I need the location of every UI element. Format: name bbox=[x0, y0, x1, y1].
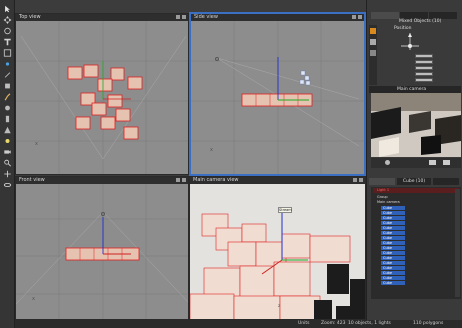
cone-tool-icon[interactable] bbox=[2, 125, 13, 134]
top-view-title: Top view bbox=[16, 14, 188, 21]
rotate-tool-icon[interactable] bbox=[2, 26, 13, 35]
zoom-tool-icon[interactable] bbox=[2, 158, 13, 167]
viewport-maximize-icon[interactable] bbox=[182, 178, 186, 182]
position-label: Position bbox=[394, 26, 412, 31]
tree-item-cube[interactable]: Cube bbox=[381, 241, 405, 245]
camera-view-viewport[interactable]: Main camera view Stream z bbox=[189, 176, 366, 320]
status-bar: Units Zoom: 423 10 objects, 1 lights 110… bbox=[15, 320, 462, 328]
svg-text:x: x bbox=[35, 141, 38, 147]
eye-tool-icon[interactable] bbox=[2, 180, 13, 189]
scale-tool-icon[interactable] bbox=[2, 48, 13, 57]
light-icon[interactable] bbox=[370, 39, 376, 45]
front-view-viewport[interactable]: Front view x bbox=[15, 176, 189, 320]
tab-object[interactable] bbox=[371, 12, 399, 19]
rotation-field[interactable] bbox=[415, 72, 433, 76]
tree-item-cube[interactable]: Cube bbox=[381, 211, 405, 215]
camera-view-title: Main camera view bbox=[190, 177, 365, 184]
camera-button[interactable] bbox=[429, 160, 436, 165]
side-view-viewport[interactable]: Side view x bbox=[189, 12, 366, 176]
viewport-menu-icon[interactable] bbox=[353, 178, 357, 182]
paint-tool-icon[interactable] bbox=[2, 70, 13, 79]
camera-preview-header: Main camera bbox=[369, 86, 461, 93]
tab-render[interactable] bbox=[429, 12, 457, 19]
svg-text:x: x bbox=[32, 296, 35, 302]
panel-side-strip bbox=[369, 25, 377, 85]
status-zoom: Zoom: 423 bbox=[321, 321, 346, 326]
status-units: Units bbox=[298, 321, 310, 326]
position-z-field[interactable] bbox=[415, 66, 433, 70]
camera-controls bbox=[371, 158, 461, 168]
tab-material[interactable] bbox=[400, 12, 428, 19]
left-toolbar bbox=[0, 0, 15, 328]
tree-item-cube[interactable]: Cube bbox=[381, 266, 405, 270]
viewport-menu-icon[interactable] bbox=[176, 178, 180, 182]
scene-tree: Light 1 Group Main camera Cube Cube Cube… bbox=[371, 187, 461, 299]
viewport-menu-icon[interactable] bbox=[352, 15, 356, 19]
light-tool-icon[interactable] bbox=[2, 136, 13, 145]
node-tool-icon[interactable] bbox=[2, 59, 13, 68]
scale-field[interactable] bbox=[415, 78, 433, 82]
tree-item-cube[interactable]: Cube bbox=[381, 271, 405, 275]
viewport-maximize-icon[interactable] bbox=[358, 15, 362, 19]
tree-item-cube[interactable]: Cube bbox=[381, 281, 405, 285]
top-view-scene: x bbox=[16, 21, 188, 174]
position-x-field[interactable] bbox=[415, 54, 433, 58]
tree-item-cube[interactable]: Cube bbox=[381, 256, 405, 260]
lower-tab-cubes[interactable]: Cube (10) bbox=[397, 178, 431, 185]
viewport-menu-icon[interactable] bbox=[176, 15, 180, 19]
stream-tooltip: Stream bbox=[278, 207, 292, 213]
camera-axis-label: z bbox=[278, 303, 281, 308]
tree-item-group[interactable]: Group bbox=[377, 195, 388, 199]
tree-root[interactable]: Light 1 bbox=[373, 188, 459, 193]
tree-item-cube[interactable]: Cube bbox=[381, 236, 405, 240]
object-title: Mixed Objects (10) bbox=[399, 19, 442, 24]
camera-tool-icon[interactable] bbox=[2, 147, 13, 156]
status-objects: 10 objects, 1 lights bbox=[348, 321, 391, 326]
camera-button-2[interactable] bbox=[443, 160, 450, 165]
tree-item-cube[interactable]: Cube bbox=[381, 226, 405, 230]
camera-preview bbox=[371, 93, 461, 157]
viewport-maximize-icon[interactable] bbox=[182, 15, 186, 19]
sphere-tool-icon[interactable] bbox=[2, 103, 13, 112]
viewport-maximize-icon[interactable] bbox=[359, 178, 363, 182]
tree-item-cube[interactable]: Cube bbox=[381, 276, 405, 280]
camera-view-scene bbox=[190, 184, 365, 319]
cube-tool-icon[interactable] bbox=[2, 81, 13, 90]
lower-tab-1[interactable] bbox=[369, 178, 395, 185]
svg-text:x: x bbox=[210, 147, 213, 153]
tree-item-cube[interactable]: Cube bbox=[381, 251, 405, 255]
front-view-title: Front view bbox=[16, 177, 188, 184]
cylinder-tool-icon[interactable] bbox=[2, 114, 13, 123]
text-tool-icon[interactable] bbox=[2, 37, 13, 46]
move-tool-icon[interactable] bbox=[2, 15, 13, 24]
tree-item-cube[interactable]: Cube bbox=[381, 221, 405, 225]
properties-panel: Mixed Objects (10) Position Main camera … bbox=[366, 0, 462, 320]
pen-icon[interactable] bbox=[370, 50, 376, 56]
status-polygons: 110 polygons bbox=[413, 321, 444, 326]
tree-item-camera[interactable]: Main camera bbox=[377, 200, 400, 204]
tree-scrollbar[interactable] bbox=[455, 189, 460, 297]
top-view-viewport[interactable]: Top view x bbox=[15, 13, 189, 175]
tree-item-cube[interactable]: Cube bbox=[381, 231, 405, 235]
tree-item-cube[interactable]: Cube bbox=[381, 261, 405, 265]
brush-tool-icon[interactable] bbox=[2, 92, 13, 101]
select-arrow-icon[interactable] bbox=[2, 4, 13, 13]
side-view-title: Side view bbox=[191, 14, 364, 21]
lower-tab-3[interactable] bbox=[433, 178, 459, 185]
tree-item-cube[interactable]: Cube bbox=[381, 246, 405, 250]
pan-tool-icon[interactable] bbox=[2, 169, 13, 178]
tree-item-cube[interactable]: Cube bbox=[381, 216, 405, 220]
side-view-scene: x bbox=[191, 21, 364, 174]
axis-gizmo-icon[interactable] bbox=[398, 32, 422, 52]
front-view-scene: x bbox=[16, 184, 188, 319]
orange-tool-icon[interactable] bbox=[370, 28, 376, 34]
tree-item-cube[interactable]: Cube bbox=[381, 206, 405, 210]
position-y-field[interactable] bbox=[415, 60, 433, 64]
camera-dot-icon[interactable] bbox=[385, 160, 390, 165]
